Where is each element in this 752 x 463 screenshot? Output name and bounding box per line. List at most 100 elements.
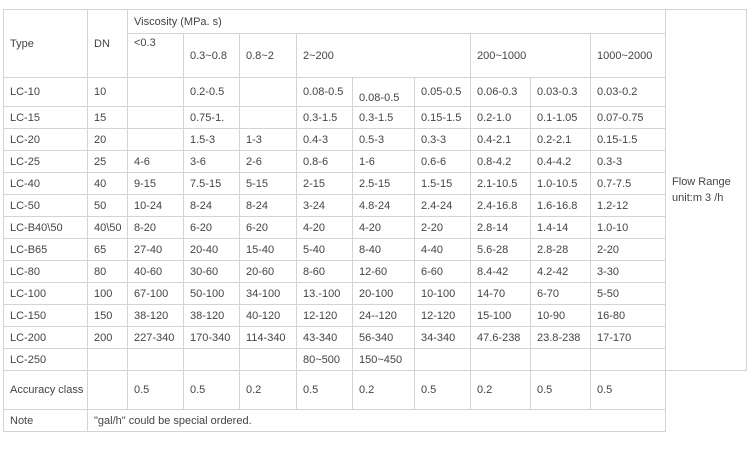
value-cell: 0.3-1.5 <box>296 106 353 129</box>
value-cell: 0.4-3 <box>296 128 353 151</box>
viscosity-range-4: 2~200 <box>296 33 471 78</box>
value-cell: 1.5-15 <box>414 172 471 195</box>
value-cell: 20-40 <box>183 238 240 261</box>
value-cell: 0.2-0.5 <box>183 77 240 107</box>
value-cell: 5.6-28 <box>470 238 531 261</box>
table-row: LC-15 15 0.75-1. 0.3-1.5 0.3-1.5 0.15-1.… <box>3 106 747 129</box>
value-cell: 20-60 <box>239 260 297 283</box>
value-cell: 12-120 <box>296 304 353 327</box>
value-cell: 24--120 <box>352 304 415 327</box>
type-cell: LC-150 <box>3 304 88 327</box>
dn-cell: 25 <box>87 150 128 173</box>
value-cell: 13.-100 <box>296 282 353 305</box>
value-cell: 30-60 <box>183 260 240 283</box>
value-cell <box>414 348 471 371</box>
value-cell: 3-30 <box>589 260 667 283</box>
value-cell: 40-60 <box>127 260 184 283</box>
value-cell: 0.1-1.05 <box>530 106 591 129</box>
type-cell: LC-200 <box>3 326 88 349</box>
value-cell: 34-100 <box>239 282 297 305</box>
table-row: LC-250 80~500 150~450 <box>3 348 747 371</box>
accuracy-value: 0.5 <box>296 370 353 410</box>
dn-header: DN <box>87 9 128 78</box>
value-cell <box>127 77 184 107</box>
dn-cell: 40 <box>87 172 128 195</box>
accuracy-value: 0.2 <box>352 370 415 410</box>
value-cell: 20-100 <box>352 282 415 305</box>
dn-cell: 20 <box>87 128 128 151</box>
type-cell: LC-250 <box>3 348 88 371</box>
table-row: LC-B65 65 27-40 20-40 15-40 5-40 8-40 4-… <box>3 238 747 261</box>
value-cell: 6-20 <box>183 216 240 239</box>
dn-cell: 15 <box>87 106 128 129</box>
value-cell: 14-70 <box>470 282 531 305</box>
value-cell: 0.4-2.1 <box>470 128 531 151</box>
value-cell: 1.0-10.5 <box>530 172 591 195</box>
value-cell: 0.3-3 <box>589 150 667 173</box>
value-cell: 4-20 <box>296 216 353 239</box>
value-cell: 15-40 <box>239 238 297 261</box>
value-cell: 1.5-3 <box>183 128 240 151</box>
value-cell: 6-60 <box>414 260 471 283</box>
note-text: "gal/h" could be special ordered. <box>86 409 667 432</box>
dn-cell <box>87 370 128 410</box>
value-cell: 4-20 <box>352 216 415 239</box>
value-cell: 2-6 <box>239 150 297 173</box>
header-row-1: Type DN Viscosity (MPa. s) Flow Range un… <box>3 9 748 371</box>
value-cell: 1.0-10 <box>589 216 667 239</box>
value-cell: 2.8-14 <box>470 216 531 239</box>
value-cell: 227-340 <box>127 326 184 349</box>
value-cell: 0.2-2.1 <box>530 128 591 151</box>
value-cell: 0.03-0.2 <box>589 77 667 107</box>
accuracy-label: Accuracy class <box>3 370 88 410</box>
value-cell: 5-40 <box>296 238 353 261</box>
value-cell: 1.2-12 <box>589 194 667 217</box>
viscosity-header: Viscosity (MPa. s) <box>126 9 667 34</box>
accuracy-value: 0.5 <box>183 370 240 410</box>
value-cell: 170-340 <box>183 326 240 349</box>
value-cell: 0.7-7.5 <box>589 172 667 195</box>
value-cell <box>239 106 297 129</box>
value-cell: 2.4-16.8 <box>470 194 531 217</box>
value-cell: 8-20 <box>127 216 184 239</box>
value-cell: 12-60 <box>352 260 415 283</box>
viscosity-range-5: 200~1000 <box>470 33 591 78</box>
value-cell: 150~450 <box>352 348 415 371</box>
type-cell: LC-B65 <box>3 238 88 261</box>
value-cell: 2.5-15 <box>352 172 415 195</box>
value-cell: 8-60 <box>296 260 353 283</box>
note-row: Note "gal/h" could be special ordered. <box>3 409 747 432</box>
value-cell: 1-6 <box>352 150 415 173</box>
dn-cell <box>87 348 128 371</box>
value-cell: 67-100 <box>127 282 184 305</box>
value-cell: 0.2-1.0 <box>470 106 531 129</box>
value-cell: 10-24 <box>127 194 184 217</box>
type-cell: LC-B40\50 <box>3 216 88 239</box>
value-cell: 10-90 <box>530 304 591 327</box>
value-cell: 4.8-24 <box>352 194 415 217</box>
value-cell: 23.8-238 <box>530 326 591 349</box>
value-cell <box>183 348 240 371</box>
table-row: LC-200 200 227-340 170-340 114-340 43-34… <box>3 326 747 349</box>
value-cell: 0.03-0.3 <box>530 77 591 107</box>
dn-cell: 80 <box>87 260 128 283</box>
dn-cell: 50 <box>87 194 128 217</box>
value-cell: 0.08-0.5 <box>352 77 415 107</box>
value-cell <box>239 348 297 371</box>
value-cell: 2-20 <box>589 238 667 261</box>
value-cell <box>127 106 184 129</box>
value-cell <box>589 348 667 371</box>
value-cell: 1.4-14 <box>530 216 591 239</box>
value-cell: 2.8-28 <box>530 238 591 261</box>
table-row: LC-80 80 40-60 30-60 20-60 8-60 12-60 6-… <box>3 260 747 283</box>
value-cell: 0.4-4.2 <box>530 150 591 173</box>
type-cell: LC-40 <box>3 172 88 195</box>
value-cell: 56-340 <box>352 326 415 349</box>
table-row: LC-20 20 1.5-3 1-3 0.4-3 0.5-3 0.3-3 0.4… <box>3 128 747 151</box>
type-cell: LC-10 <box>3 77 88 107</box>
value-cell: 9-15 <box>127 172 184 195</box>
value-cell: 0.5-3 <box>352 128 415 151</box>
accuracy-value: 0.5 <box>127 370 184 410</box>
table-row: LC-B40\50 40\50 8-20 6-20 6-20 4-20 4-20… <box>3 216 747 239</box>
value-cell: 4-40 <box>414 238 471 261</box>
